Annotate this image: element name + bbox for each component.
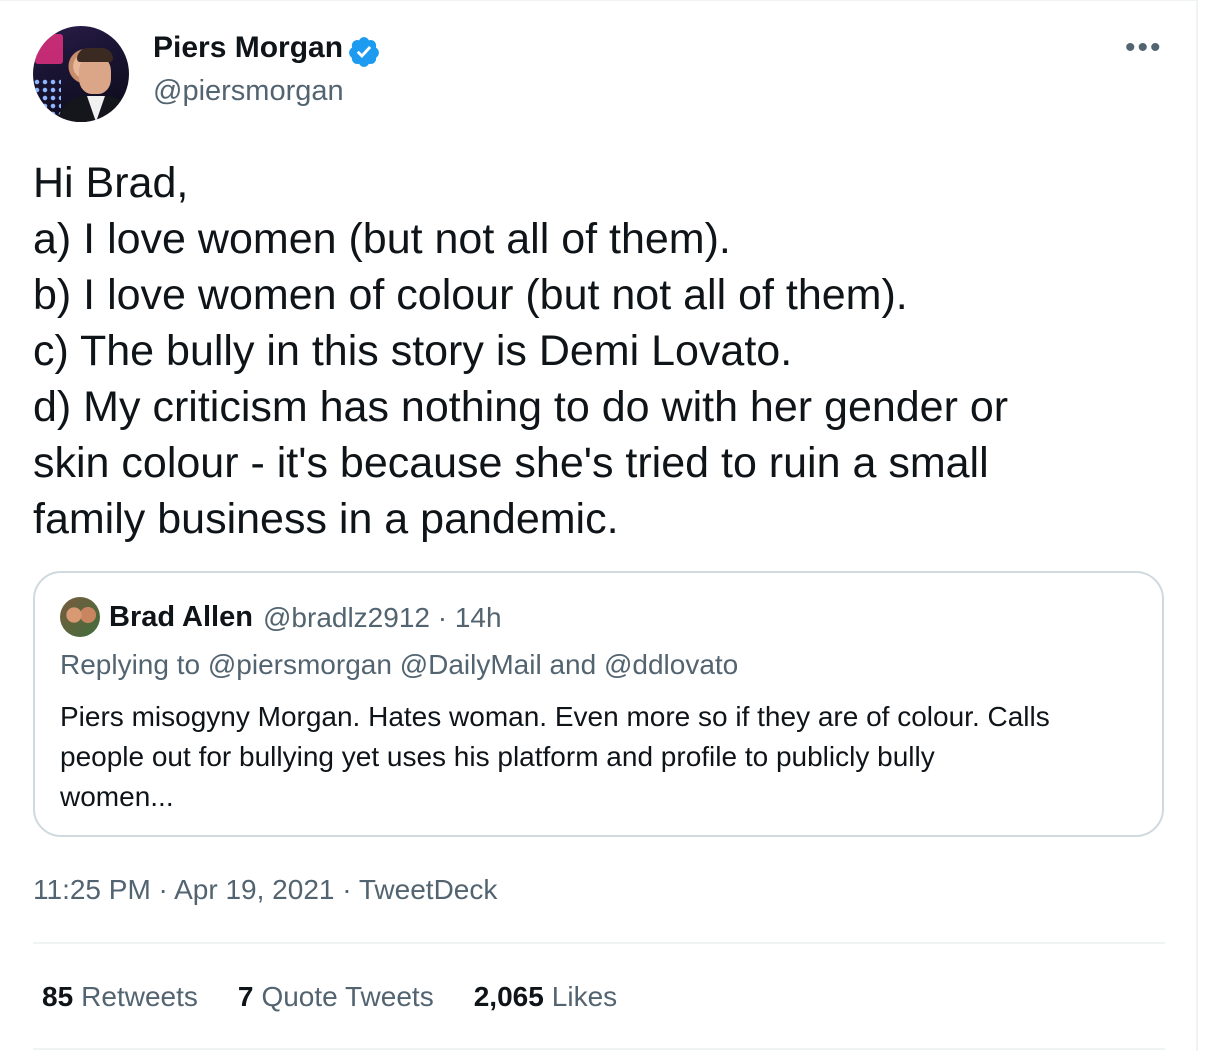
tweet-line: b) I love women of colour (but not all o… xyxy=(33,271,908,319)
quote-tweets-stat[interactable]: 7 Quote Tweets xyxy=(238,981,434,1013)
verified-badge-icon xyxy=(349,37,379,67)
avatar-background-lights xyxy=(33,78,61,118)
likes-label: Likes xyxy=(551,981,618,1012)
tweet-line: c) The bully in this story is Demi Lovat… xyxy=(33,327,793,375)
tweet-card: Piers Morgan @piersmorgan ••• Hi Brad, a… xyxy=(0,0,1198,1051)
author-avatar[interactable] xyxy=(33,26,129,122)
tweet-stats: 85 Retweets 7 Quote Tweets 2,065 Likes xyxy=(42,981,617,1013)
divider xyxy=(33,1048,1165,1050)
retweets-stat[interactable]: 85 Retweets xyxy=(42,981,198,1013)
tweet-line: skin colour - it's because she's tried t… xyxy=(33,439,989,487)
divider xyxy=(33,942,1165,944)
quote-tweets-label: Quote Tweets xyxy=(261,981,434,1012)
quoted-author-meta: @bradlz2912 · 14h xyxy=(263,602,502,633)
timestamp-separator: · xyxy=(150,874,175,905)
tweet-timestamp: 11:25 PM · Apr 19, 2021 · TweetDeck xyxy=(33,874,497,906)
quoted-line: people out for bullying yet uses his pla… xyxy=(60,741,935,772)
quoted-tweet[interactable]: Brad Allen @bradlz2912 · 14h Replying to… xyxy=(33,571,1164,837)
timestamp-date-link[interactable]: Apr 19, 2021 xyxy=(174,874,334,905)
tweet-line: family business in a pandemic. xyxy=(33,495,619,543)
quoted-tweet-text: Piers misogyny Morgan. Hates woman. Even… xyxy=(60,697,1140,817)
likes-stat[interactable]: 2,065 Likes xyxy=(474,981,617,1013)
retweets-label: Retweets xyxy=(81,981,198,1012)
quoted-line: women... xyxy=(60,781,174,812)
avatar-hair xyxy=(77,48,113,62)
tweet-line: a) I love women (but not all of them). xyxy=(33,215,731,263)
timestamp-separator: · xyxy=(334,874,359,905)
retweets-count: 85 xyxy=(42,981,74,1012)
quoted-author-avatar xyxy=(60,597,100,637)
tweet-text: Hi Brad, a) I love women (but not all of… xyxy=(33,155,1173,547)
avatar-background-sign xyxy=(35,34,63,64)
quoted-replying-to: Replying to @piersmorgan @DailyMail and … xyxy=(60,649,739,680)
tweet-source-link[interactable]: TweetDeck xyxy=(359,874,498,905)
author-handle[interactable]: @piersmorgan xyxy=(153,75,344,108)
quoted-line: Piers misogyny Morgan. Hates woman. Even… xyxy=(60,701,1050,732)
quote-tweets-count: 7 xyxy=(237,981,254,1012)
quoted-author-name: Brad Allen xyxy=(109,601,253,633)
likes-count: 2,065 xyxy=(473,981,544,1012)
tweet-line: d) My criticism has nothing to do with h… xyxy=(33,383,1009,431)
tweet-line: Hi Brad, xyxy=(33,159,189,207)
author-name[interactable]: Piers Morgan xyxy=(153,31,343,65)
more-options-icon[interactable]: ••• xyxy=(1125,31,1163,65)
timestamp-time-link[interactable]: 11:25 PM xyxy=(33,874,151,905)
